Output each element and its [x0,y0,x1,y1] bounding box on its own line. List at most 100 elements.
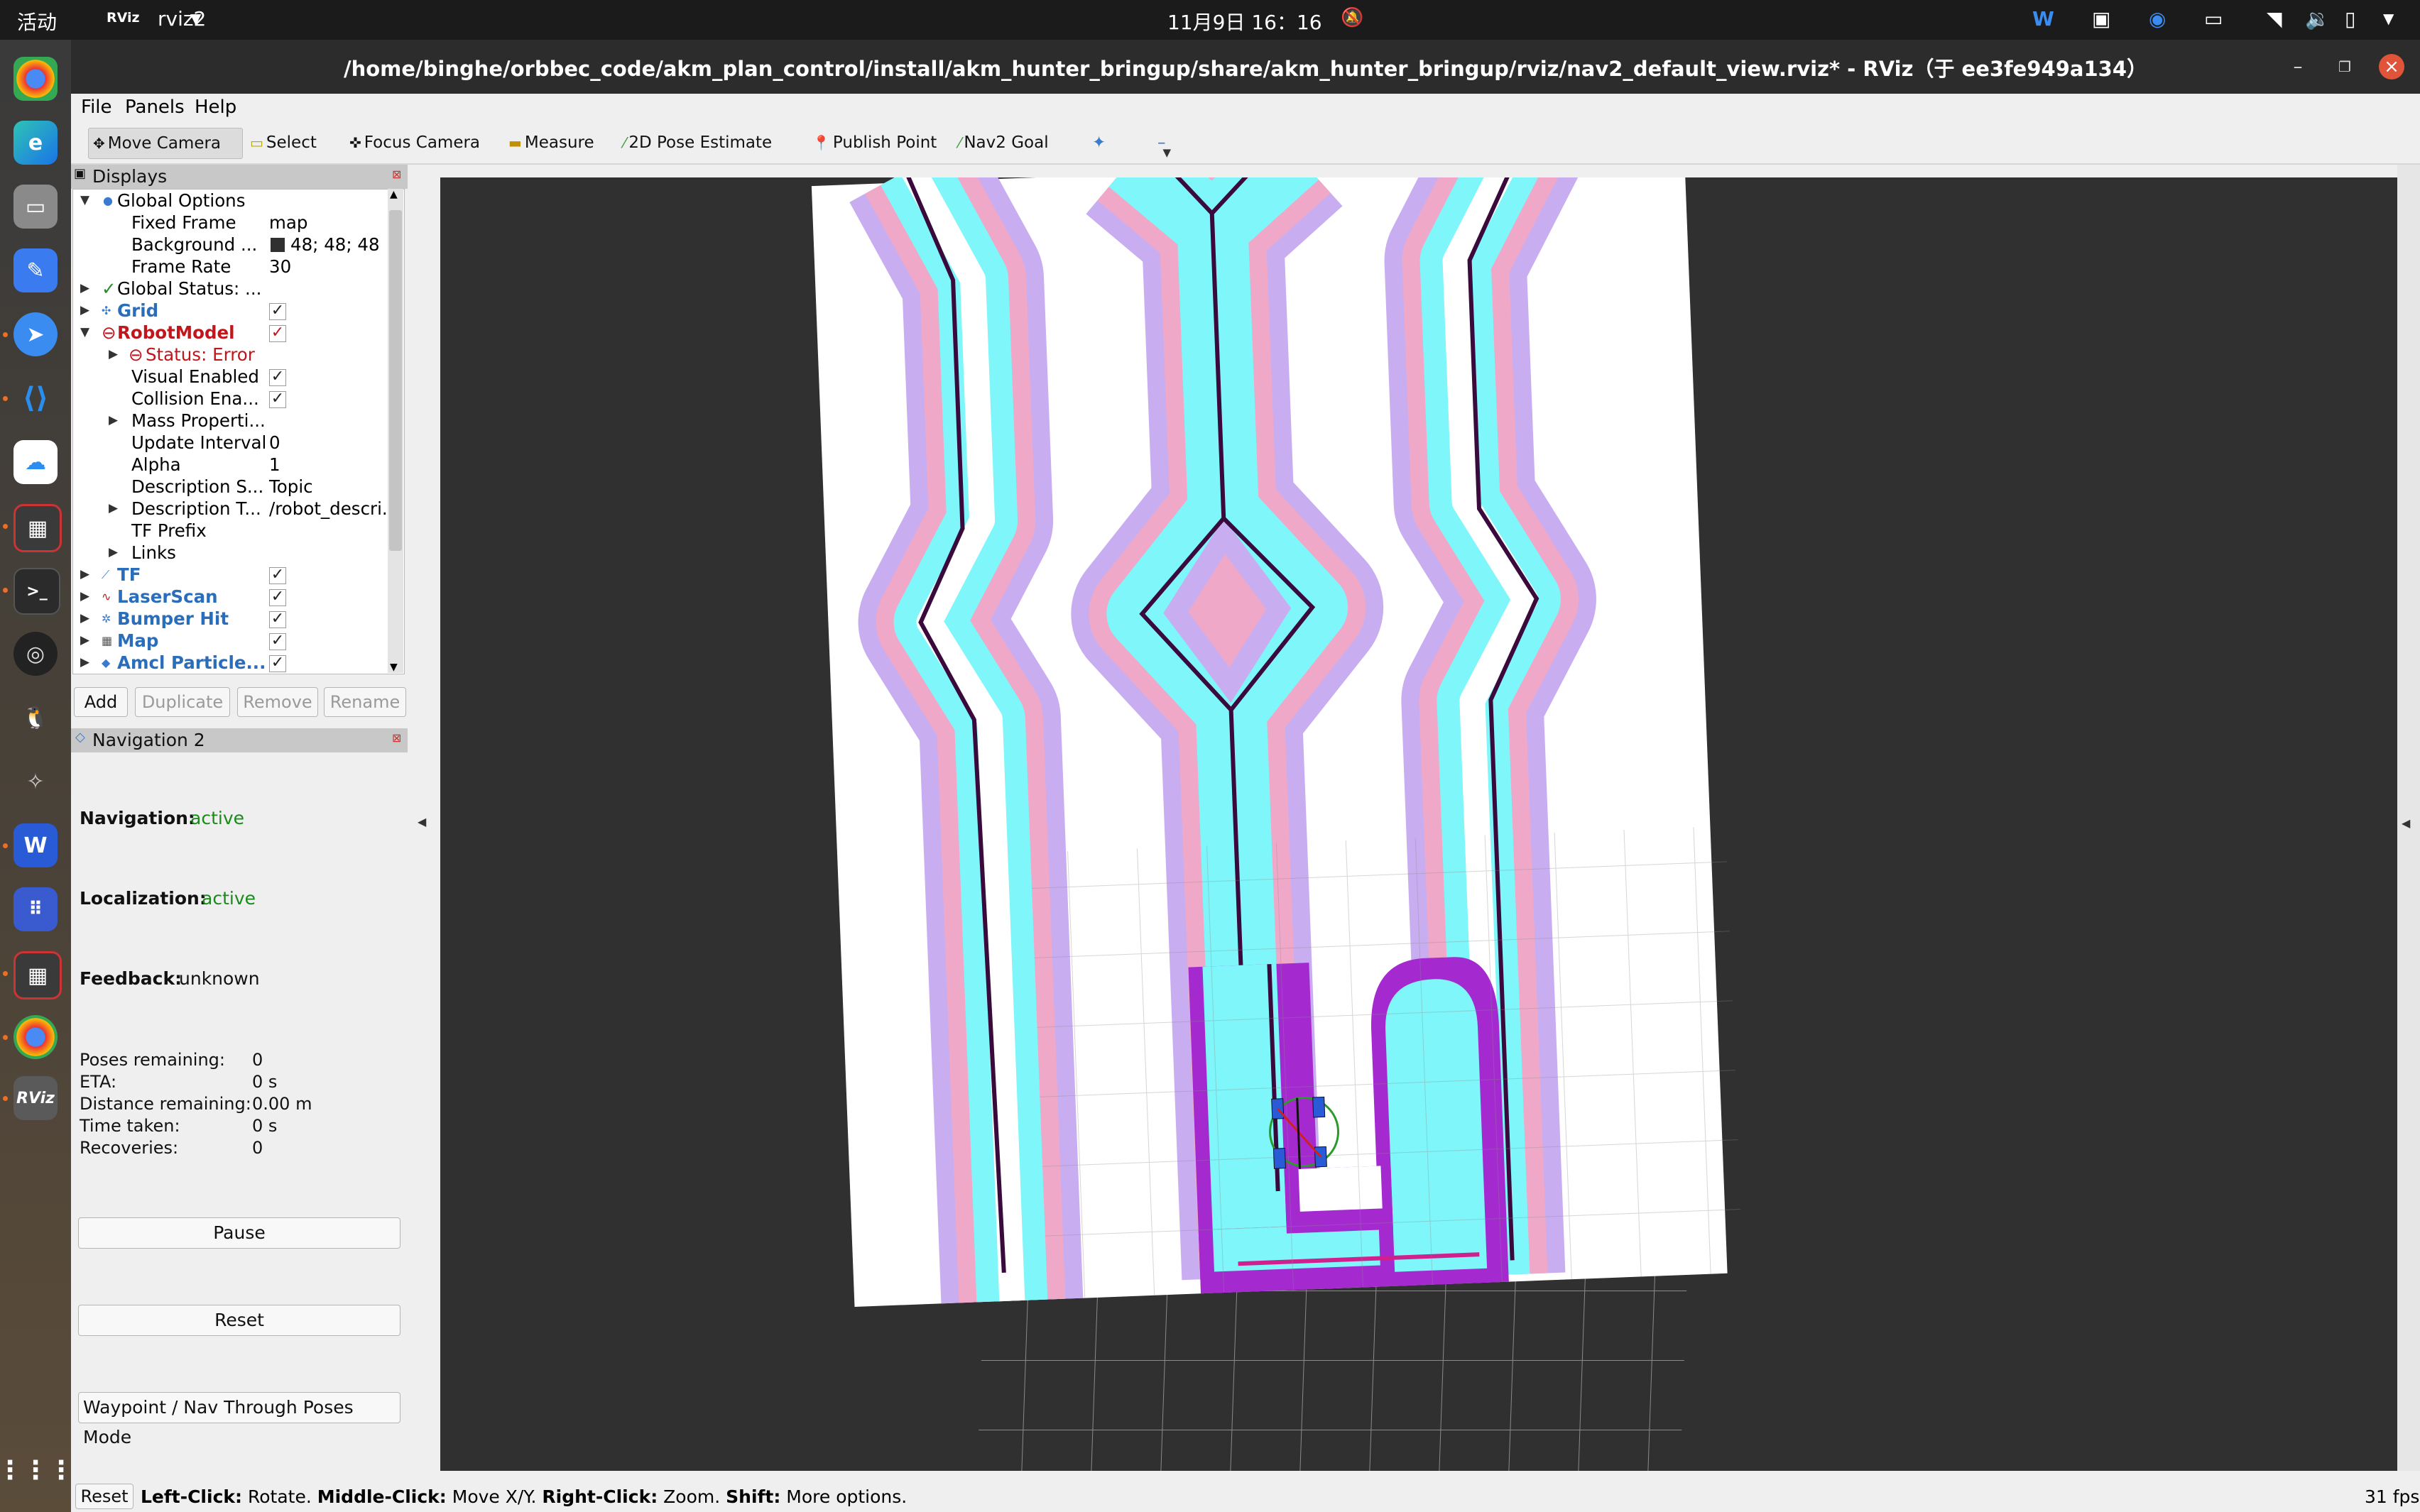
menu-panels[interactable]: Panels [125,97,185,118]
displays-scrollbar[interactable]: ▲ ▼ [388,189,403,673]
edge-icon[interactable]: e [13,121,58,165]
notes-icon[interactable]: ✎ [13,248,58,292]
remove-display-button[interactable]: Remove [237,687,318,717]
wps-icon[interactable]: W [2032,7,2054,31]
bumper-hit-checkbox[interactable]: ✓ [269,611,286,628]
tree-row-links[interactable]: ▶ Links [73,542,404,564]
volume-icon[interactable]: 🔉 [2305,7,2330,31]
tree-row-global-status[interactable]: ▶ ✓ Global Status: ... [73,278,404,300]
expand-right-icon[interactable]: ▶ [80,608,89,630]
expand-down-icon[interactable]: ▼ [80,190,89,212]
terminator-2-icon[interactable]: ▦ [13,951,62,999]
laserscan-checkbox[interactable]: ✓ [269,589,286,606]
robotmodel-checkbox[interactable]: ✓ [269,325,286,342]
feishu-icon[interactable]: ◉ [2149,7,2166,31]
expand-right-icon[interactable]: ▶ [109,344,118,366]
rename-display-button[interactable]: Rename [324,687,406,717]
tree-row-robotmodel[interactable]: ▼ ⊖ RobotModel ✓ [73,322,404,344]
wifi-icon[interactable]: ◥ [2267,7,2282,31]
reset-view-button[interactable]: Reset [75,1484,133,1509]
show-apps-icon[interactable]: ⋮⋮⋮ [0,1448,74,1492]
clock[interactable]: 11月9日 16：16 [1167,7,1322,35]
keyboard-icon[interactable]: ▭ [2204,7,2223,31]
panel-close-icon[interactable]: ⊠ [392,168,401,181]
terminal-icon[interactable]: >_ [13,568,60,615]
scroll-down-icon[interactable]: ▼ [390,662,398,673]
amcl-checkbox[interactable]: ✓ [269,655,286,672]
expand-right-icon[interactable]: ▶ [80,278,89,300]
expand-right-icon[interactable]: ▶ [80,300,89,322]
activities-button[interactable]: 活动 [17,7,57,35]
wps-dock-icon[interactable]: W [13,823,58,867]
collapse-panel-icon[interactable]: ◀ [418,815,426,828]
tree-row-frame-rate[interactable]: Frame Rate 30 [73,256,404,278]
pause-button[interactable]: Pause [78,1217,400,1249]
vscode-icon[interactable]: ⟨⟩ [13,376,58,420]
tree-row-background[interactable]: Background ... 48; 48; 48 [73,234,404,256]
expand-right-icon[interactable]: ▶ [109,542,118,564]
tree-row-update-interval[interactable]: Update Interval 0 [73,432,404,454]
terminator-icon[interactable]: ▦ [13,504,62,552]
tree-row-collision-enabled[interactable]: Collision Ena... ✓ [73,388,404,410]
chrome-2-icon[interactable] [13,1015,58,1059]
battery-icon[interactable]: ▯ [2345,7,2355,31]
tree-row-grid[interactable]: ▶ ✣ Grid ✓ [73,300,404,322]
scrollbar-thumb[interactable] [389,210,402,551]
tree-row-description-source[interactable]: Description S... Topic [73,476,404,498]
scroll-up-icon[interactable]: ▲ [390,189,398,200]
tree-row-tf[interactable]: ▶ ⟋ TF ✓ [73,564,404,586]
qq-icon[interactable]: 🐧 [13,696,58,740]
screen-icon[interactable]: ▣ [2092,7,2110,31]
tree-row-laserscan[interactable]: ▶ ∿ LaserScan ✓ [73,586,404,608]
close-icon[interactable]: × [2379,54,2404,80]
baidu-netdisk-icon[interactable]: ☁ [13,440,58,484]
pose-estimate-tool[interactable]: ⁄ 2D Pose Estimate [619,128,776,158]
minimize-icon[interactable]: – [2285,54,2311,80]
add-tool-icon[interactable]: ✦ [1088,128,1110,158]
tree-row-global-options[interactable]: ▼ ● Global Options [73,190,404,212]
restore-icon[interactable]: ❐ [2332,54,2358,80]
expand-right-icon[interactable]: ▶ [80,652,89,674]
duplicate-display-button[interactable]: Duplicate [135,687,230,717]
render-viewport[interactable] [440,177,2397,1471]
move-camera-tool[interactable]: ✥ Move Camera [88,128,243,159]
expand-right-icon[interactable]: ▶ [80,630,89,652]
waypoint-mode-button[interactable]: Waypoint / Nav Through Poses Mode [78,1392,400,1447]
measure-tool[interactable]: ▬ Measure [504,128,599,158]
reset-nav-button[interactable]: Reset [78,1305,400,1336]
select-tool[interactable]: ▭ Select [246,128,321,158]
rviz-dock-icon[interactable]: RViz [13,1076,58,1120]
panel-close-icon[interactable]: ⊠ [392,731,401,745]
menu-file[interactable]: File [81,97,112,118]
collision-enabled-checkbox[interactable]: ✓ [269,391,286,408]
map-checkbox[interactable]: ✓ [269,633,286,650]
color-swatch[interactable] [271,238,285,252]
tree-row-fixed-frame[interactable]: Fixed Frame map [73,212,404,234]
publish-point-tool[interactable]: 📍 Publish Point [808,128,941,158]
expand-right-icon[interactable]: ▶ [80,586,89,608]
expand-down-icon[interactable]: ▼ [80,322,89,344]
feishu-dock-icon[interactable]: ➤ [13,312,58,356]
tree-row-status-error[interactable]: ▶ ⊖ Status: Error [73,344,404,366]
nav2-goal-tool[interactable]: ⁄ Nav2 Goal [954,128,1053,158]
app-grid-icon[interactable]: ⠿ [13,887,58,931]
tree-row-tf-prefix[interactable]: TF Prefix [73,520,404,542]
power-menu-icon[interactable]: ▼ [2383,10,2394,27]
remove-tool-icon[interactable]: –▼ [1153,128,1178,159]
tf-checkbox[interactable]: ✓ [269,567,286,584]
visual-enabled-checkbox[interactable]: ✓ [269,369,286,386]
files-icon[interactable]: ▭ [13,185,58,229]
tree-row-visual-enabled[interactable]: Visual Enabled ✓ [73,366,404,388]
focus-camera-tool[interactable]: ✜ Focus Camera [345,128,484,158]
tree-row-alpha[interactable]: Alpha 1 [73,454,404,476]
expand-right-icon[interactable]: ▶ [80,564,89,586]
tree-row-map[interactable]: ▶ ▦ Map ✓ [73,630,404,652]
obs-icon[interactable]: ◎ [13,632,58,676]
chrome-icon[interactable] [13,57,58,101]
expand-right-icon[interactable]: ▶ [109,498,118,520]
grid-checkbox[interactable]: ✓ [269,303,286,320]
tree-row-mass-properties[interactable]: ▶ Mass Properti... [73,410,404,432]
menu-help[interactable]: Help [195,97,236,118]
add-display-button[interactable]: Add [74,687,128,717]
expand-panel-icon[interactable]: ◀ [2402,816,2410,830]
